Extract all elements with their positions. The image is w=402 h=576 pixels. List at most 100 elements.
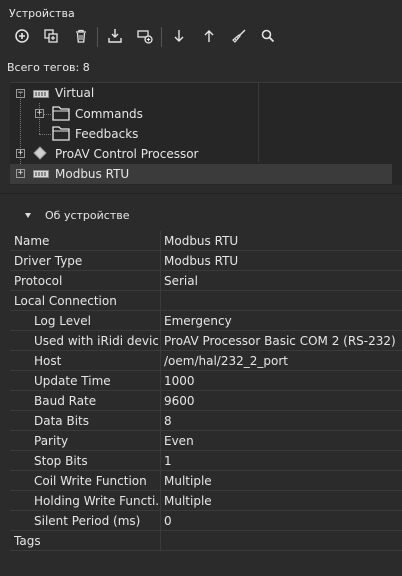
property-row[interactable]: Holding Write Functi... Multiple [10, 491, 402, 511]
property-value[interactable]: 1000 [164, 374, 195, 388]
property-value[interactable]: 8 [164, 414, 172, 428]
property-value[interactable]: 9600 [164, 394, 195, 408]
property-name: Update Time [34, 374, 111, 388]
move-up-icon [204, 30, 214, 42]
property-name: Parity [34, 434, 69, 448]
column-divider [160, 291, 161, 311]
property-value[interactable]: Modbus RTU [164, 254, 238, 268]
device-icon [33, 170, 49, 178]
property-value[interactable]: Multiple [164, 474, 212, 488]
column-divider [160, 471, 161, 491]
expand-toggle[interactable]: + [16, 169, 25, 178]
column-divider [160, 491, 161, 511]
tree-item-commands[interactable]: + Commands [10, 104, 402, 124]
property-name: Local Connection [14, 294, 117, 308]
property-row[interactable]: Used with iRidi device ProAV Processor Ba… [10, 331, 402, 351]
toolbar-separator [97, 27, 98, 47]
property-name: Host [34, 354, 62, 368]
column-divider [160, 231, 161, 251]
folder-icon [52, 126, 70, 141]
property-name: Silent Period (ms) [34, 514, 141, 528]
property-name: Log Level [34, 314, 91, 328]
property-value[interactable]: 0 [164, 514, 172, 528]
collapse-toggle[interactable]: − [16, 89, 25, 98]
delete-button[interactable] [70, 25, 92, 47]
property-name: Protocol [14, 274, 63, 288]
property-row[interactable]: Baud Rate 9600 [10, 391, 402, 411]
property-name: Used with iRidi device [34, 334, 158, 348]
property-row[interactable]: Parity Even [10, 431, 402, 451]
property-value[interactable]: Emergency [164, 314, 232, 328]
column-divider [160, 531, 161, 551]
property-row[interactable]: Coil Write Function Multiple [10, 471, 402, 491]
property-name: Driver Type [14, 254, 83, 268]
tree-item-feedbacks[interactable]: Feedbacks [10, 124, 402, 144]
expand-toggle[interactable]: + [35, 109, 44, 118]
property-group-row[interactable]: Local Connection [10, 291, 402, 311]
tree-item-label: Virtual [55, 86, 95, 100]
tree-divider [258, 82, 259, 162]
property-row[interactable]: Host/oem/hal/232_2_port [10, 351, 402, 371]
property-name: Name [14, 234, 50, 248]
column-divider [160, 351, 161, 371]
property-row[interactable]: Stop Bits 1 [10, 451, 402, 471]
add-icon [15, 29, 29, 43]
expand-toggle[interactable]: + [16, 149, 25, 158]
section-title: Об устройстве [45, 209, 130, 222]
tag-count: Всего тегов: 8 [7, 61, 90, 74]
import-button[interactable] [104, 25, 126, 47]
column-divider [160, 391, 161, 411]
property-row[interactable]: Silent Period (ms) 0 [10, 511, 402, 531]
property-row[interactable]: Log Level Emergency [10, 311, 402, 331]
section-header[interactable]: Об устройстве [10, 205, 402, 227]
delete-icon [76, 29, 86, 43]
property-value[interactable]: Serial [164, 274, 198, 288]
property-row[interactable]: Tags [10, 531, 402, 551]
column-divider [160, 311, 161, 331]
property-value[interactable]: ProAV Processor Basic COM 2 (RS-232) [164, 334, 396, 348]
property-row[interactable]: Update Time 1000 [10, 371, 402, 391]
search-icon [261, 29, 275, 43]
property-value[interactable]: Multiple [164, 494, 212, 508]
panel-header: Устройства [0, 0, 402, 22]
column-divider [160, 511, 161, 531]
property-name: Holding Write Functi... [34, 494, 158, 508]
panel-title: Устройства [9, 7, 75, 20]
tree-item-label: ProAV Control Processor [55, 147, 199, 161]
add-button[interactable] [11, 25, 33, 47]
property-value[interactable]: /oem/hal/232_2_port [164, 354, 288, 368]
duplicate-button[interactable] [40, 25, 62, 47]
property-row[interactable]: Name Modbus RTU [10, 231, 402, 251]
property-value[interactable]: 1 [164, 454, 172, 468]
clear-button[interactable] [228, 25, 250, 47]
property-name: Stop Bits [34, 454, 88, 468]
property-name: Coil Write Function [34, 474, 147, 488]
column-divider [160, 331, 161, 351]
property-row[interactable]: Data Bits 8 [10, 411, 402, 431]
clear-icon [232, 29, 246, 43]
move-down-button[interactable] [168, 25, 190, 47]
move-down-icon [174, 30, 184, 42]
add-device-button[interactable] [134, 25, 156, 47]
property-row[interactable]: Driver Type Modbus RTU [10, 251, 402, 271]
tree-item-label: Modbus RTU [55, 167, 130, 181]
tree-item-modbus-rtu[interactable]: + Modbus RTU [10, 164, 392, 184]
property-row[interactable]: Protocol Serial [10, 271, 402, 291]
column-divider [160, 271, 161, 291]
tree-item-virtual[interactable]: − Virtual [10, 84, 402, 104]
move-up-button[interactable] [198, 25, 220, 47]
search-button[interactable] [257, 25, 279, 47]
chevron-down-icon [25, 213, 31, 218]
folder-icon [52, 106, 70, 121]
column-divider [160, 251, 161, 271]
add-device-icon [137, 30, 153, 44]
property-value[interactable]: Modbus RTU [164, 234, 238, 248]
toolbar-separator [161, 27, 162, 47]
column-divider [160, 371, 161, 391]
tree-item-label: Feedbacks [75, 127, 139, 141]
tree-item-proav-control-processor[interactable]: + ProAV Control Processor [10, 144, 402, 164]
panel-splitter[interactable] [0, 193, 402, 199]
tree-item-label: Commands [75, 107, 143, 121]
property-value[interactable]: Even [164, 434, 194, 448]
import-icon [108, 29, 122, 43]
